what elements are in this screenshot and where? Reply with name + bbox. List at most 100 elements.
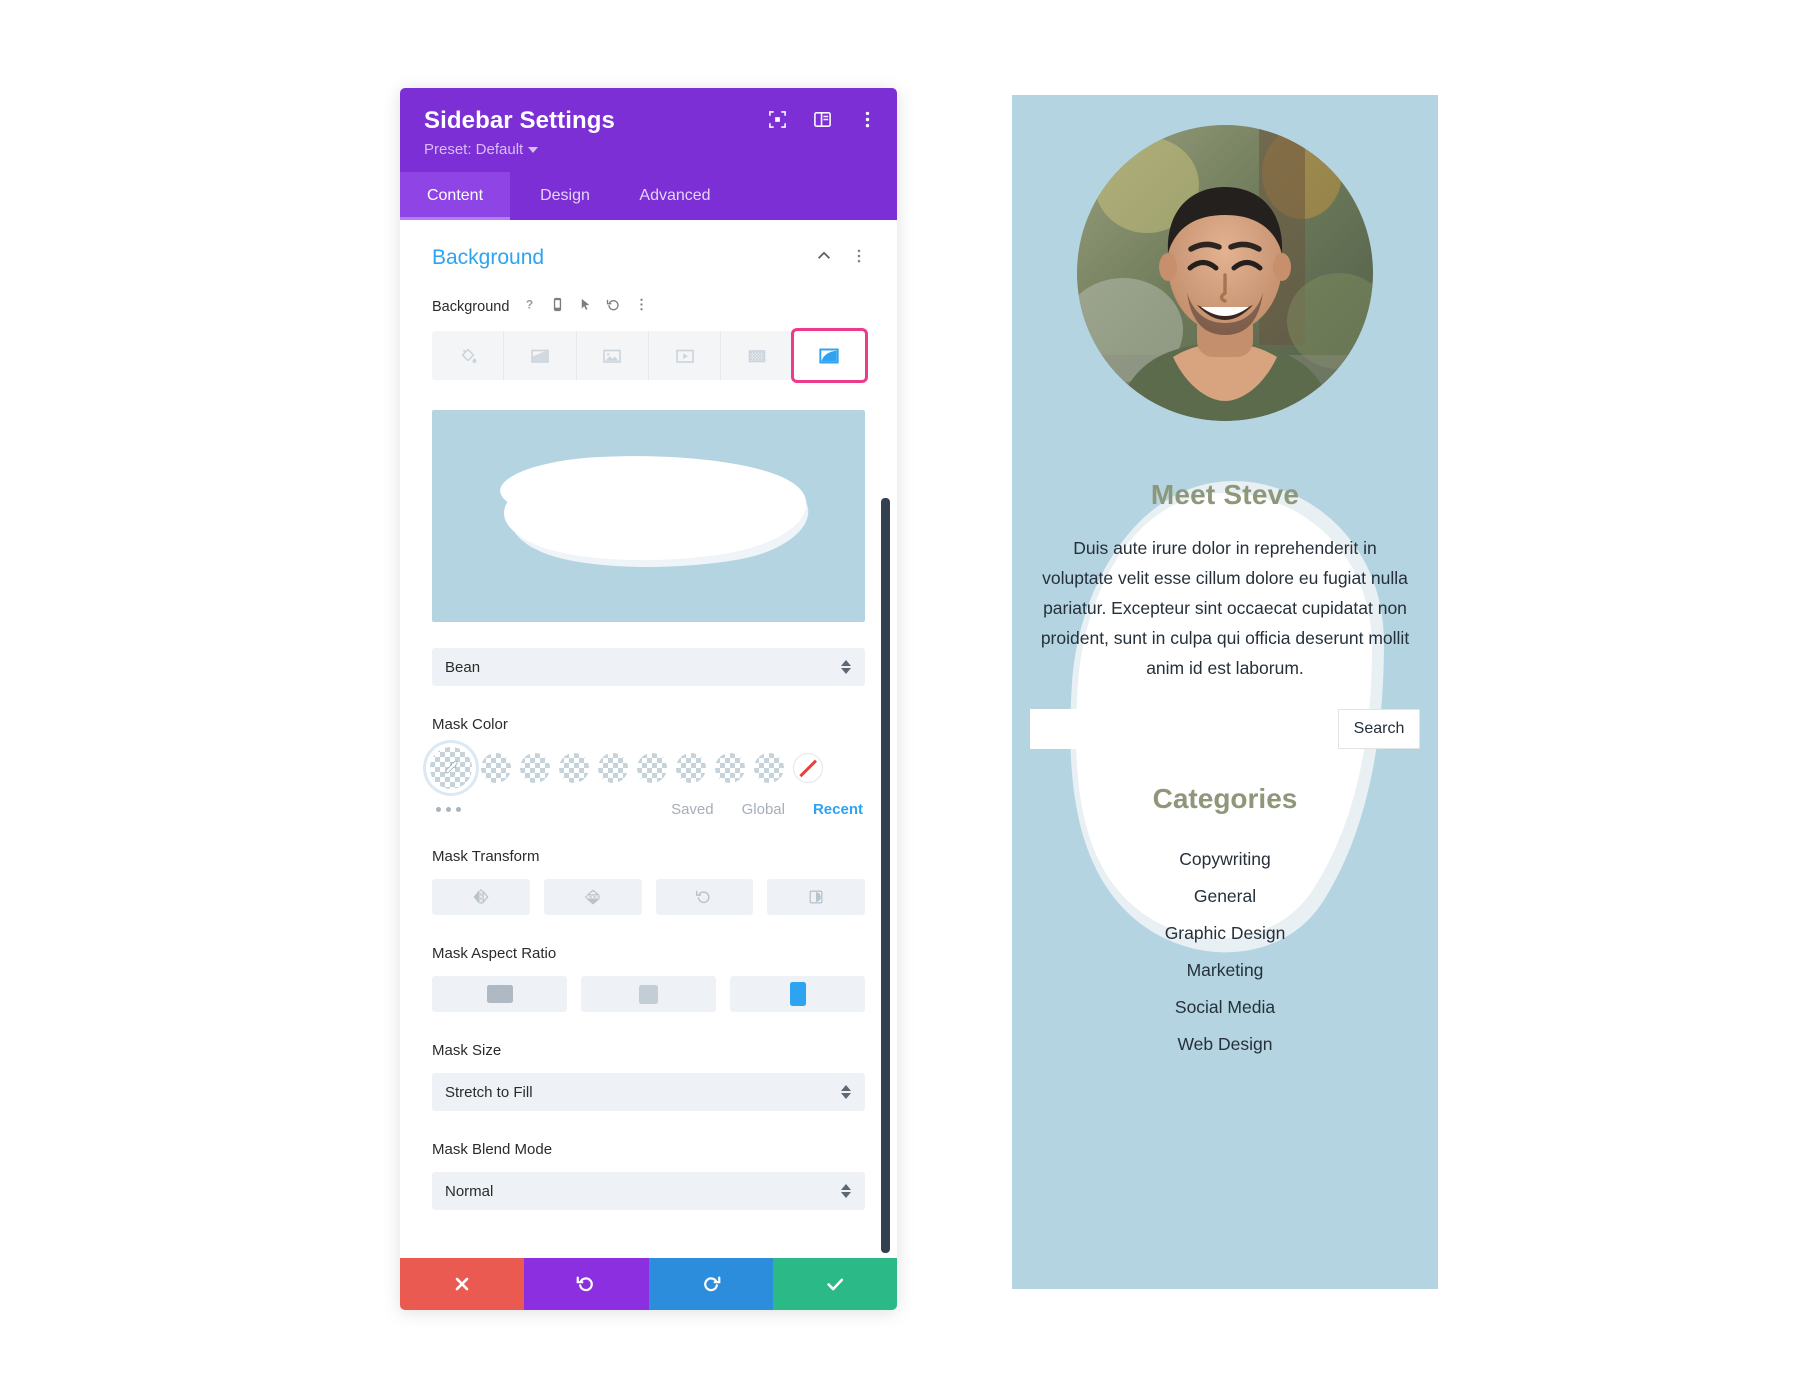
panel-footer [400, 1258, 897, 1310]
mask-color-label: Mask Color [432, 716, 508, 733]
kebab-menu-icon[interactable] [851, 248, 867, 269]
mask-shape-bean [500, 456, 809, 567]
save-button[interactable] [772, 1258, 897, 1310]
background-type-image[interactable] [577, 331, 649, 380]
mask-color-footer: Saved Global Recent [400, 789, 897, 818]
mask-blend-mode-select[interactable]: Normal [432, 1172, 865, 1210]
mask-preview [432, 410, 865, 622]
no-color-swatch[interactable] [793, 753, 823, 783]
search-button[interactable]: Search [1338, 709, 1420, 750]
color-swatch[interactable] [598, 753, 628, 783]
mask-size-select[interactable]: Stretch to Fill [432, 1073, 865, 1111]
search-form: Search [1030, 709, 1420, 750]
kebab-menu-icon[interactable] [858, 110, 877, 129]
color-swatch[interactable] [715, 753, 745, 783]
help-icon[interactable]: ? [522, 296, 537, 318]
mask-aspect-ratio-label: Mask Aspect Ratio [432, 945, 557, 962]
list-item[interactable]: Graphic Design [1012, 915, 1438, 952]
hover-cursor-icon[interactable] [578, 296, 593, 318]
categories-list: Copywriting General Graphic Design Marke… [1012, 841, 1438, 1083]
mask-blend-mode-value: Normal [445, 1182, 494, 1200]
spinner-icon [841, 660, 851, 674]
scrollbar-thumb[interactable] [881, 498, 890, 1253]
color-tab-global[interactable]: Global [742, 801, 785, 818]
color-tab-recent[interactable]: Recent [813, 801, 863, 818]
categories-heading: Categories [1152, 783, 1298, 815]
panel-header-actions [768, 110, 877, 129]
layout-panel-icon[interactable] [813, 110, 832, 129]
preset-label: Preset: Default [424, 141, 524, 158]
list-item[interactable]: Copywriting [1012, 841, 1438, 878]
aspect-ratio-square[interactable] [581, 976, 716, 1012]
background-type-color-fill[interactable] [432, 331, 505, 380]
chevron-up-icon[interactable] [815, 247, 833, 270]
mask-transform-buttons [400, 879, 897, 915]
background-field-label: Background [432, 299, 510, 315]
undo-button[interactable] [524, 1258, 649, 1310]
section-title: Background [432, 246, 545, 269]
kebab-menu-icon[interactable] [634, 296, 649, 318]
color-swatch[interactable] [520, 753, 550, 783]
mask-style-select[interactable]: Bean [432, 648, 865, 686]
aspect-ratio-portrait[interactable] [730, 976, 865, 1012]
preview-body-text: Duis aute irure dolor in reprehenderit i… [1040, 538, 1410, 679]
color-swatch[interactable] [559, 753, 589, 783]
focus-icon[interactable] [768, 110, 787, 129]
reset-icon[interactable] [606, 296, 621, 318]
mask-size-label: Mask Size [432, 1042, 502, 1059]
tab-design[interactable]: Design [510, 172, 620, 220]
preset-selector[interactable]: Preset: Default [424, 141, 873, 158]
redo-button[interactable] [648, 1258, 773, 1310]
spinner-icon [841, 1184, 851, 1198]
section-actions [815, 247, 867, 270]
avatar [1077, 125, 1373, 421]
background-type-mask[interactable] [790, 328, 868, 383]
screen-root: Sidebar Settings Preset: Default Content… [0, 0, 1800, 1388]
mask-color-swatches [400, 747, 897, 789]
color-swatch[interactable] [637, 753, 667, 783]
background-type-pattern[interactable] [721, 331, 794, 380]
chevron-down-icon [528, 146, 539, 153]
panel-scrollbar[interactable] [881, 220, 890, 1258]
mask-blend-mode-label: Mask Blend Mode [432, 1141, 553, 1158]
color-swatch[interactable] [481, 753, 511, 783]
list-item[interactable]: Web Design [1012, 1026, 1438, 1063]
search-input[interactable] [1030, 709, 1338, 750]
invert-icon[interactable] [767, 879, 865, 915]
color-source-tabs: Saved Global Recent [671, 801, 863, 818]
mask-transform-label: Mask Transform [432, 848, 540, 865]
more-dots-icon[interactable] [436, 807, 461, 812]
list-item[interactable]: General [1012, 878, 1438, 915]
mask-style-value: Bean [445, 658, 481, 676]
cancel-button[interactable] [400, 1258, 525, 1310]
rotate-icon[interactable] [655, 879, 754, 915]
preview-heading: Meet Steve [1150, 479, 1300, 510]
mask-size-value: Stretch to Fill [445, 1083, 533, 1101]
color-tab-saved[interactable]: Saved [671, 801, 714, 818]
preview-sidebar: Meet Steve Duis aute irure dolor in repr… [1012, 95, 1438, 1289]
flip-vertical-icon[interactable] [543, 879, 642, 915]
background-type-video[interactable] [649, 331, 722, 380]
background-type-gradient[interactable] [504, 331, 577, 380]
background-field-label-row: Background ? [400, 296, 897, 318]
responsive-phone-icon[interactable] [550, 296, 565, 318]
list-item[interactable]: Social Media [1012, 989, 1438, 1026]
svg-text:?: ? [526, 297, 533, 311]
panel-body: Background Background ? Bean Mask Color … [400, 220, 897, 1258]
flip-horizontal-icon[interactable] [432, 879, 530, 915]
tab-advanced[interactable]: Advanced [620, 172, 730, 220]
avatar-wrap [1012, 95, 1438, 421]
color-swatch[interactable] [754, 753, 784, 783]
sidebar-settings-panel: Sidebar Settings Preset: Default Content… [400, 88, 897, 1310]
mask-aspect-ratio-buttons [400, 976, 897, 1012]
settings-tabs: Content Design Advanced [400, 172, 897, 220]
spinner-icon [841, 1085, 851, 1099]
aspect-ratio-landscape[interactable] [432, 976, 567, 1012]
background-type-selector [432, 328, 868, 383]
tab-content[interactable]: Content [400, 172, 510, 220]
panel-header: Sidebar Settings Preset: Default [400, 88, 897, 172]
eyedropper-swatch[interactable] [430, 747, 472, 789]
list-item[interactable]: Marketing [1012, 952, 1438, 989]
portrait-photo [1077, 125, 1373, 421]
color-swatch[interactable] [676, 753, 706, 783]
